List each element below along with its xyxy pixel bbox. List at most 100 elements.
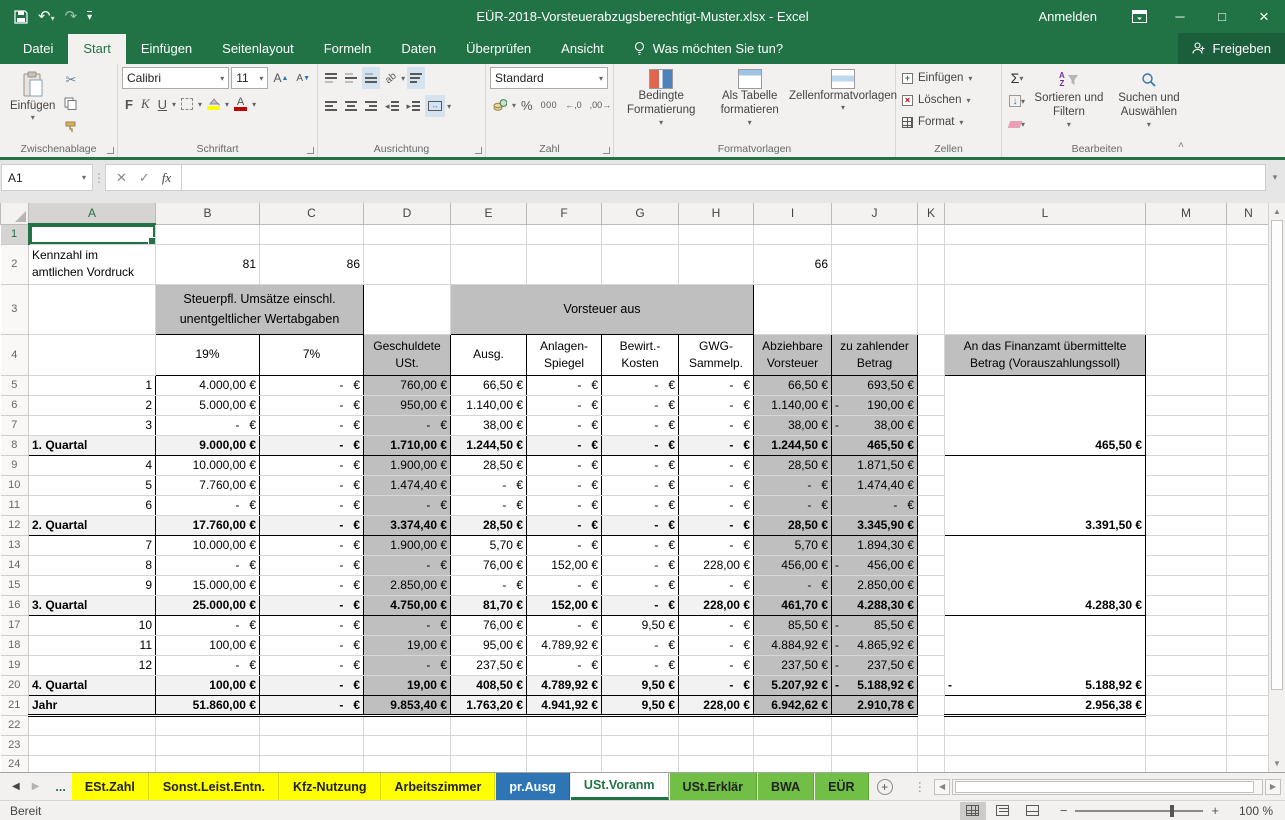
- cell-C17[interactable]: - €: [260, 615, 364, 635]
- underline-dropdown-icon[interactable]: ▾: [172, 100, 176, 109]
- cell-H8[interactable]: - €: [679, 435, 754, 455]
- cell-H21[interactable]: 228,00 €: [679, 695, 754, 715]
- cell-A5[interactable]: 1: [29, 375, 156, 395]
- cell-L13[interactable]: [945, 535, 1146, 555]
- undo-icon[interactable]: ↶▾: [38, 9, 55, 24]
- cell-A2[interactable]: Kennzahl im amtlichen Vordruck: [29, 244, 156, 284]
- cell-M19[interactable]: [1146, 655, 1227, 675]
- decrease-indent-icon[interactable]: ◂: [382, 95, 402, 117]
- ribbon-display-options-icon[interactable]: [1119, 0, 1159, 33]
- redo-icon[interactable]: ↷: [65, 9, 78, 24]
- cell-A21[interactable]: Jahr: [29, 695, 156, 715]
- cell-M6[interactable]: [1146, 395, 1227, 415]
- cell-I23[interactable]: [754, 735, 832, 755]
- row-header-24[interactable]: 24: [1, 755, 29, 772]
- cell-A16[interactable]: 3. Quartal: [29, 595, 156, 615]
- cell-A12[interactable]: 2. Quartal: [29, 515, 156, 535]
- cell-H5[interactable]: - €: [679, 375, 754, 395]
- column-header-B[interactable]: B: [156, 203, 260, 224]
- decrease-decimal-icon[interactable]: ,00→: [587, 94, 615, 116]
- borders-icon[interactable]: [178, 93, 196, 115]
- cell-G13[interactable]: - €: [602, 535, 679, 555]
- cell-K24[interactable]: [918, 755, 945, 772]
- delete-cells-button[interactable]: × Löschen▾: [900, 89, 997, 111]
- cell-L20[interactable]: -5.188,92 €: [945, 675, 1146, 695]
- cell-M22[interactable]: [1146, 715, 1227, 735]
- cell-D5[interactable]: 760,00 €: [364, 375, 451, 395]
- cell-E18[interactable]: 95,00 €: [451, 635, 527, 655]
- cell-F14[interactable]: 152,00 €: [527, 555, 602, 575]
- cell-H4[interactable]: GWG-Sammelp.: [679, 334, 754, 375]
- cell-K20[interactable]: [918, 675, 945, 695]
- cell-D21[interactable]: 9.853,40 €: [364, 695, 451, 715]
- cell-J5[interactable]: 693,50 €: [832, 375, 918, 395]
- cell-C14[interactable]: - €: [260, 555, 364, 575]
- cell-F2[interactable]: [527, 244, 602, 284]
- row-header-4[interactable]: 4: [1, 334, 29, 375]
- cut-icon[interactable]: ✂: [61, 69, 80, 91]
- cell-B19[interactable]: - €: [156, 655, 260, 675]
- enter-icon[interactable]: ✓: [139, 170, 150, 186]
- customize-qat-icon[interactable]: ▾: [87, 11, 92, 23]
- cell-L3[interactable]: [945, 284, 1146, 334]
- cell-L7[interactable]: [945, 415, 1146, 435]
- cell-F17[interactable]: - €: [527, 615, 602, 635]
- orientation-icon[interactable]: ab: [377, 64, 404, 92]
- cell-L9[interactable]: [945, 455, 1146, 475]
- cell-J6[interactable]: -190,00 €: [832, 395, 918, 415]
- cell-G23[interactable]: [602, 735, 679, 755]
- cell-L10[interactable]: [945, 475, 1146, 495]
- cell-M8[interactable]: [1146, 435, 1227, 455]
- format-cells-button[interactable]: Format▾: [900, 111, 997, 133]
- cell-D10[interactable]: 1.474,40 €: [364, 475, 451, 495]
- cell-B8[interactable]: 9.000,00 €: [156, 435, 260, 455]
- cell-M1[interactable]: [1146, 224, 1227, 244]
- tell-me-search[interactable]: Was möchten Sie tun?: [633, 41, 783, 64]
- formula-bar-splitter[interactable]: ⋮: [93, 164, 105, 191]
- cell-H24[interactable]: [679, 755, 754, 772]
- number-dialog-launcher[interactable]: [603, 147, 610, 154]
- column-header-L[interactable]: L: [945, 203, 1146, 224]
- zoom-slider-thumb[interactable]: [1170, 805, 1174, 817]
- cell-G4[interactable]: Bewirt.-Kosten: [602, 334, 679, 375]
- cell-J16[interactable]: 4.288,30 €: [832, 595, 918, 615]
- cell-B9[interactable]: 10.000,00 €: [156, 455, 260, 475]
- more-sheets-icon[interactable]: ...: [49, 773, 71, 800]
- cell-J1[interactable]: [832, 224, 918, 244]
- cell-K7[interactable]: [918, 415, 945, 435]
- cell-I11[interactable]: - €: [754, 495, 832, 515]
- cell-H14[interactable]: 228,00 €: [679, 555, 754, 575]
- cell-N7[interactable]: [1227, 415, 1271, 435]
- cell-D19[interactable]: - €: [364, 655, 451, 675]
- align-center-icon[interactable]: [342, 95, 360, 117]
- scroll-up-icon[interactable]: ▲: [1269, 203, 1285, 220]
- zoom-level[interactable]: 100 %: [1233, 804, 1273, 818]
- cell-D18[interactable]: 19,00 €: [364, 635, 451, 655]
- cell-I12[interactable]: 28,50 €: [754, 515, 832, 535]
- cell-I4[interactable]: Abziehbare Vorsteuer: [754, 334, 832, 375]
- cell-B2[interactable]: 81: [156, 244, 260, 284]
- cell-K3[interactable]: [918, 284, 945, 334]
- cell-A19[interactable]: 12: [29, 655, 156, 675]
- cell-I7[interactable]: 38,00 €: [754, 415, 832, 435]
- cell-E13[interactable]: 5,70 €: [451, 535, 527, 555]
- close-button[interactable]: ×: [1243, 0, 1285, 33]
- cell-L21[interactable]: 2.956,38 €: [945, 695, 1146, 715]
- prev-sheet-icon[interactable]: ◀: [12, 781, 20, 792]
- cell-M21[interactable]: [1146, 695, 1227, 715]
- sheet-tab-kfz-nutzung[interactable]: Kfz-Nutzung: [280, 773, 381, 800]
- cell-J12[interactable]: 3.345,90 €: [832, 515, 918, 535]
- cell-C20[interactable]: - €: [260, 675, 364, 695]
- column-header-A[interactable]: A: [29, 203, 156, 224]
- cell-K6[interactable]: [918, 395, 945, 415]
- cell-C7[interactable]: - €: [260, 415, 364, 435]
- cell-F21[interactable]: 4.941,92 €: [527, 695, 602, 715]
- cell-E4[interactable]: Ausg.: [451, 334, 527, 375]
- cell-E3[interactable]: Vorsteuer aus: [451, 284, 754, 334]
- cell-I9[interactable]: 28,50 €: [754, 455, 832, 475]
- cell-B14[interactable]: - €: [156, 555, 260, 575]
- cell-G21[interactable]: 9,50 €: [602, 695, 679, 715]
- zoom-out-icon[interactable]: −: [1060, 803, 1068, 818]
- cell-C13[interactable]: - €: [260, 535, 364, 555]
- cell-I1[interactable]: [754, 224, 832, 244]
